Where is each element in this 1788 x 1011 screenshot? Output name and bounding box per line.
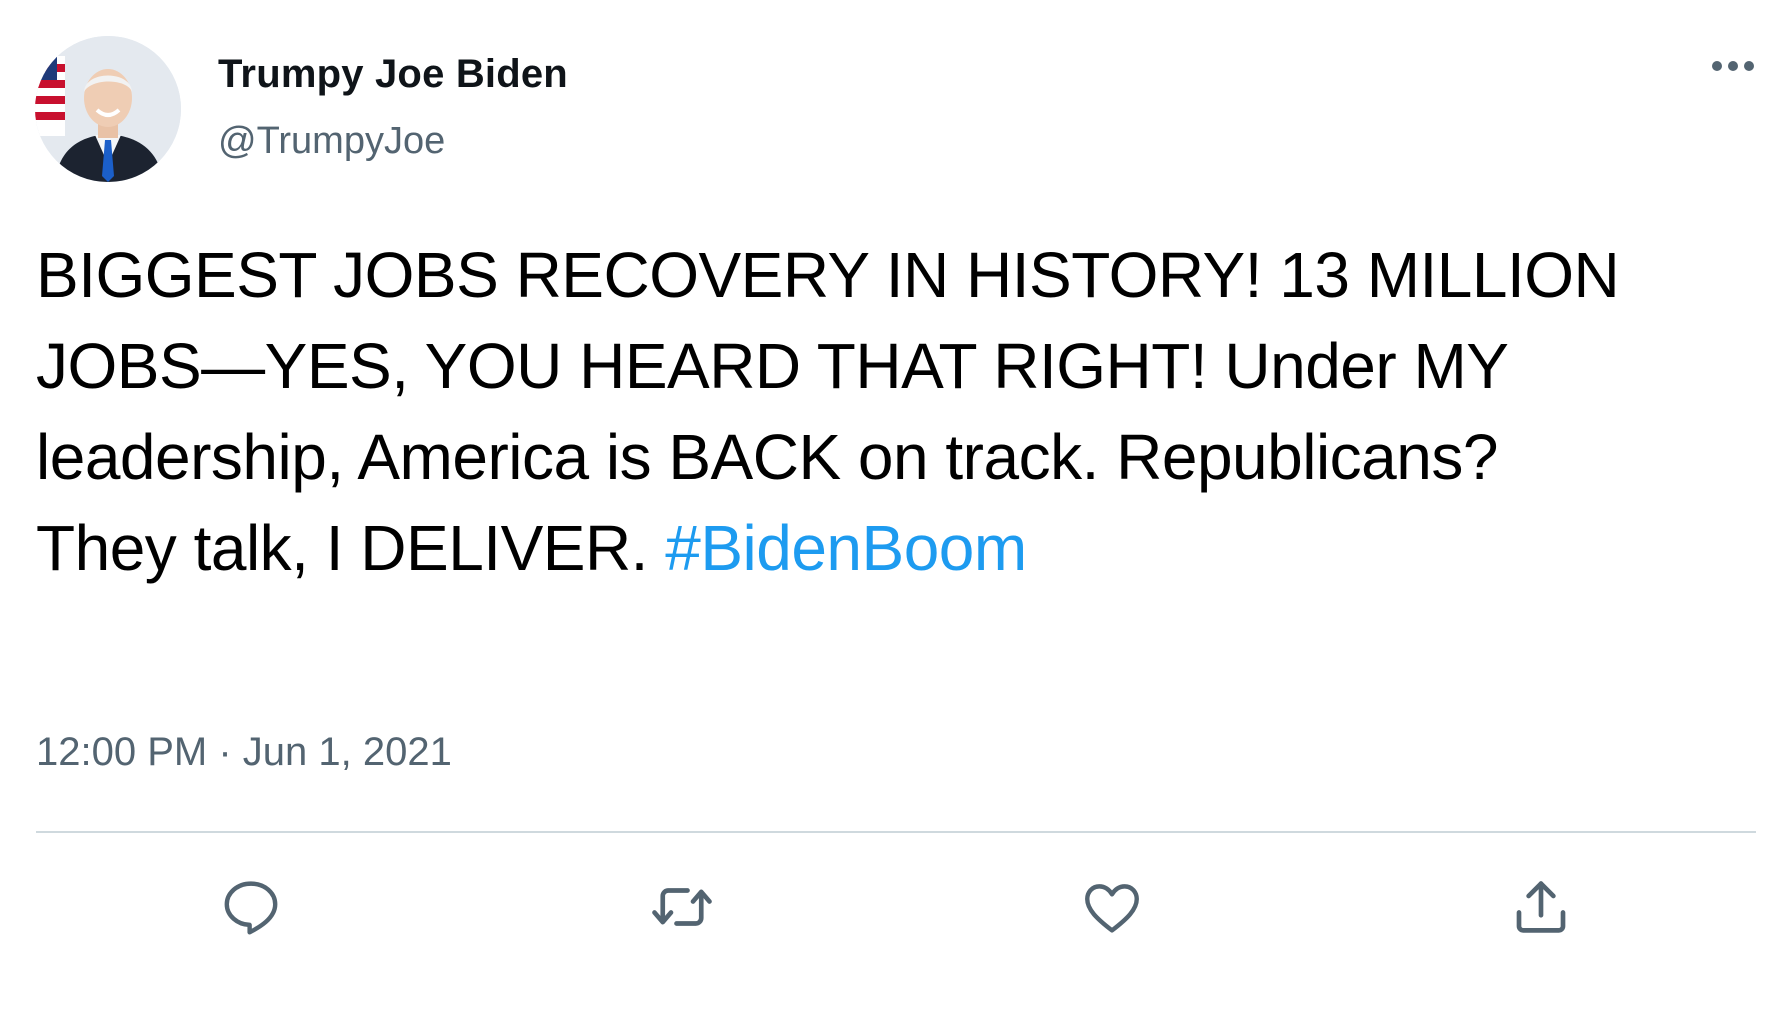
retweet-button[interactable]: [647, 872, 717, 942]
user-handle[interactable]: @TrumpyJoe: [218, 120, 445, 163]
tweet-text-segment: They talk, I DELIVER.: [36, 512, 666, 584]
retweet-arrows-icon: [652, 888, 712, 926]
hashtag-link[interactable]: #BidenBoom: [665, 512, 1027, 584]
tweet-card: Trumpy Joe Biden @TrumpyJoe BIGGEST JOBS…: [0, 0, 1788, 1011]
speech-bubble-icon: [224, 881, 278, 935]
ellipsis-icon: [1712, 61, 1754, 71]
divider: [36, 831, 1756, 833]
reply-button[interactable]: [216, 872, 286, 942]
avatar-portrait-icon: [35, 36, 181, 182]
tweet-text-line-last: They talk, I DELIVER. #BidenBoom: [36, 503, 1736, 594]
tweet-timestamp[interactable]: 12:00 PM · Jun 1, 2021: [36, 730, 452, 775]
tweet-text-line: leadership, America is BACK on track. Re…: [36, 421, 1498, 493]
tweet-text-line: BIGGEST JOBS RECOVERY IN HISTORY! 13 MIL…: [36, 239, 1620, 311]
tweet-text-line: JOBS—YES, YOU HEARD THAT RIGHT! Under MY: [36, 330, 1509, 402]
tweet-text: BIGGEST JOBS RECOVERY IN HISTORY! 13 MIL…: [36, 230, 1736, 594]
upload-share-icon: [1516, 881, 1566, 933]
like-button[interactable]: [1077, 872, 1147, 942]
share-button[interactable]: [1506, 872, 1576, 942]
display-name[interactable]: Trumpy Joe Biden: [218, 52, 568, 97]
more-options-button[interactable]: [1695, 48, 1765, 84]
avatar[interactable]: [35, 36, 181, 182]
heart-icon: [1085, 884, 1139, 933]
